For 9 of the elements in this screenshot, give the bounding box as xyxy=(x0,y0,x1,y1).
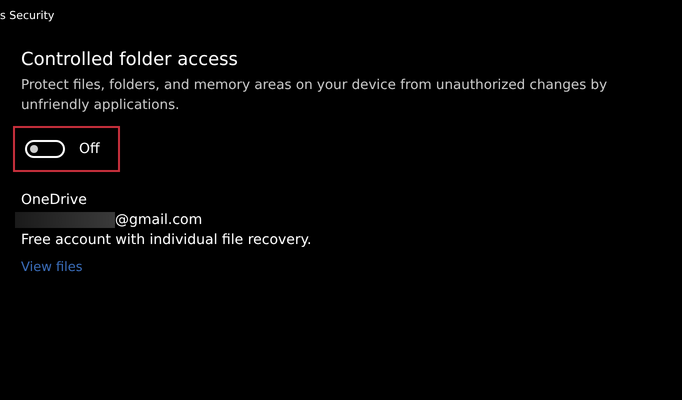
account-email: @gmail.com xyxy=(115,211,202,230)
view-files-link[interactable]: View files xyxy=(21,260,83,275)
toggle-switch[interactable] xyxy=(25,140,65,158)
account-plan: Free account with individual file recovery. xyxy=(21,231,312,250)
window-title: s Security xyxy=(0,8,56,24)
section-description: Protect files, folders, and memory areas on your device from unauthorized changes by unfriendly applications. xyxy=(21,76,608,115)
section-heading: Controlled folder access xyxy=(21,48,238,72)
toggle-label: Off xyxy=(79,141,100,157)
account-provider: OneDrive xyxy=(21,191,87,210)
